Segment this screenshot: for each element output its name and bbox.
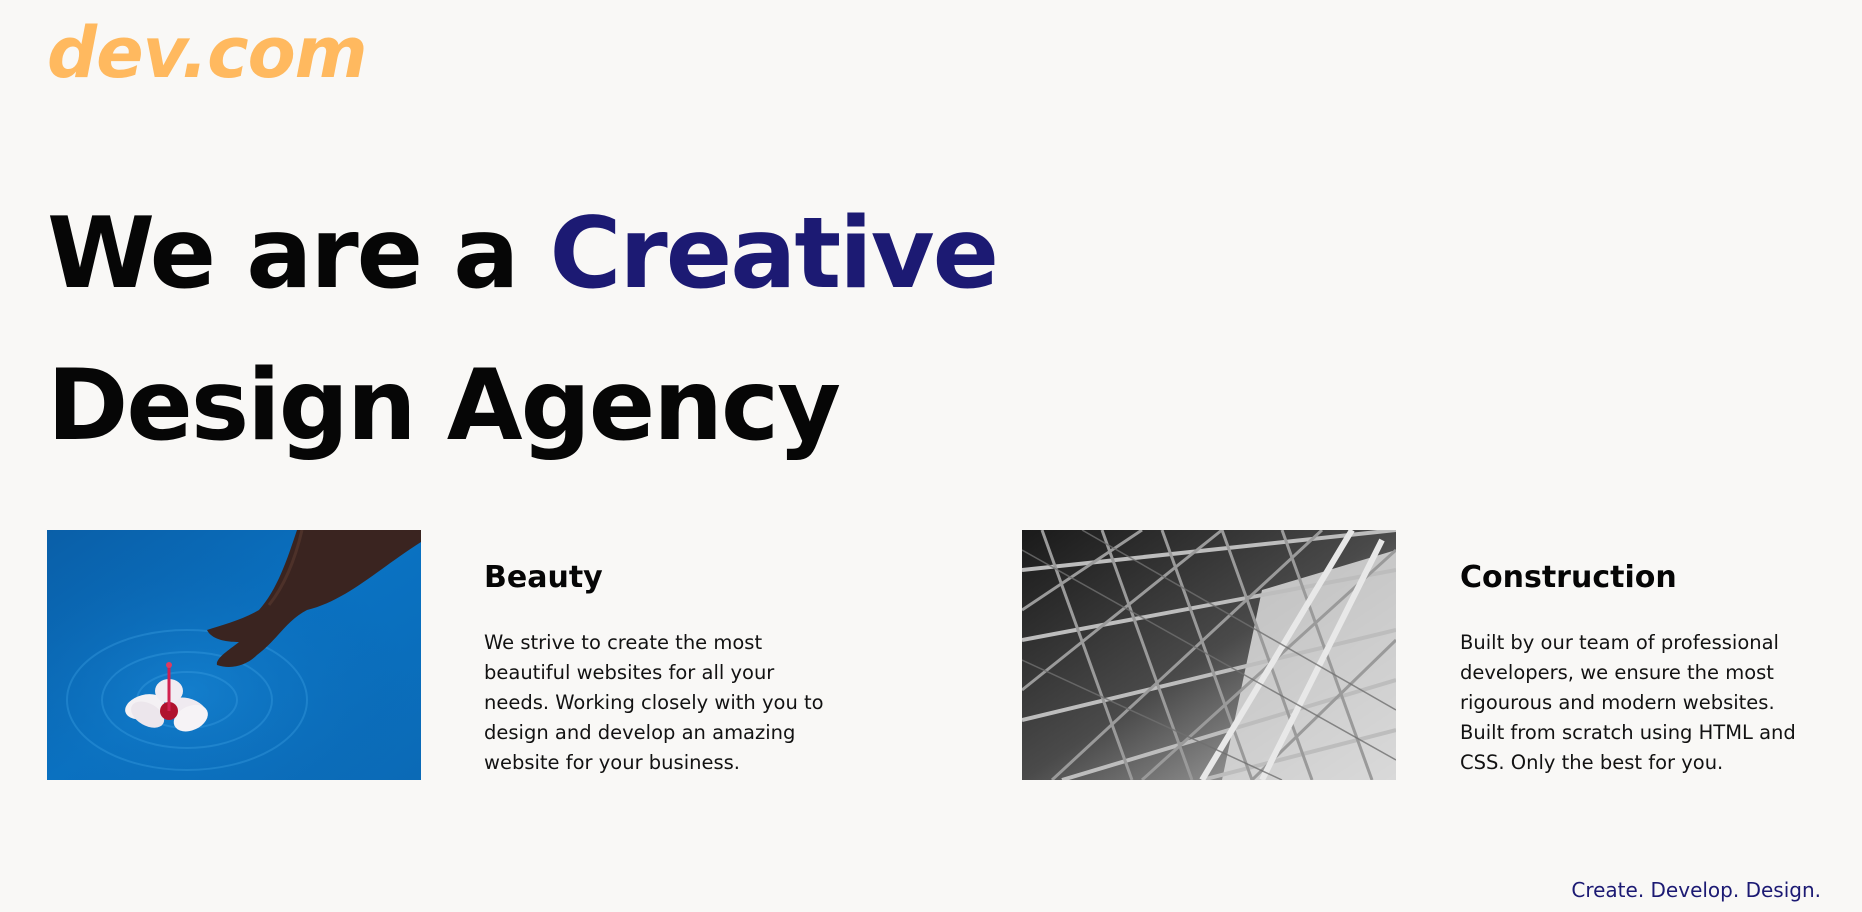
footer-tagline: Create. Develop. Design. — [1571, 878, 1821, 902]
site-logo[interactable]: dev.com — [47, 18, 368, 88]
beauty-image — [47, 530, 421, 780]
beauty-card: Beauty We strive to create the most beau… — [484, 556, 844, 778]
construction-description: Built by our team of professional develo… — [1460, 631, 1796, 774]
construction-card: Construction Built by our team of profes… — [1460, 556, 1820, 778]
beauty-description: We strive to create the most beautiful w… — [484, 631, 824, 774]
hero-line1-prefix: We are a — [47, 197, 550, 311]
hero-line2: Design Agency — [47, 349, 841, 463]
construction-title: Construction — [1460, 560, 1677, 595]
hero-accent-word: Creative — [549, 197, 999, 311]
beauty-title: Beauty — [484, 560, 603, 595]
hero-heading: We are a Creative Design Agency — [47, 178, 999, 482]
construction-image — [1022, 530, 1396, 780]
